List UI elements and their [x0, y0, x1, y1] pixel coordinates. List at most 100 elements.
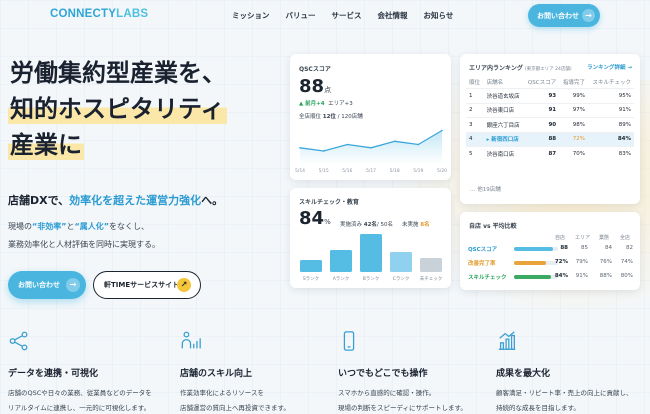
row-qsc: 93 — [523, 88, 560, 103]
qsc-line-chart: 5/14 5/15 5/16 5/17 5/18 5/19 5/20 — [295, 129, 447, 174]
skill-bar — [300, 260, 322, 272]
row-qsc: 90 — [523, 117, 560, 132]
ranking-detail-link[interactable]: ランキング詳細 → — [587, 63, 632, 71]
qsc-data-point — [441, 129, 443, 132]
service-site-button[interactable]: 軒TIMEサービスサイト ↗ — [93, 271, 201, 299]
qsc-data-point — [417, 143, 420, 146]
qsc-data-point — [346, 143, 349, 146]
compare-value: 76% — [599, 259, 612, 265]
nav-item-news[interactable]: お知らせ — [424, 10, 454, 21]
logo[interactable]: CONNECTYLABS — [50, 8, 148, 20]
ranking-title-text: エリア内ランキング — [469, 65, 523, 72]
compare-col-area: エリア — [575, 235, 591, 241]
row-rank: 3 — [466, 117, 484, 132]
feature-text-line: 顧客満足・リピート率・売上の向上に貢献し、 — [496, 389, 633, 397]
area-ranking-card: エリア内ランキング (東京都エリア 24店舗) ランキング詳細 → 順位 店舗名… — [460, 54, 640, 204]
col-guide: 指導完了 — [563, 80, 586, 86]
ranking-more[interactable]: … 他19店舗 — [470, 185, 501, 193]
col-skill: スキルチェック — [592, 80, 631, 86]
header-contact-button[interactable]: お問い合わせ → — [528, 4, 600, 27]
qsc-score-card: QSCスコア 88点 ▲ 前月+4 エリア+3 全店順位 12位 / 120店舗… — [290, 54, 451, 180]
skill-bar-label: Aランク — [333, 276, 350, 282]
table-row[interactable]: 3 銀座六丁目店 90 98% 89% — [466, 117, 634, 132]
row-guide: 99% — [559, 88, 589, 103]
compare-value: 80% — [620, 273, 633, 279]
skill-bar-label: 未チェック — [420, 275, 443, 282]
subtitle-highlight: 効率化を超えた運営力強化 — [69, 194, 202, 207]
row-qsc: 87 — [523, 146, 560, 161]
nav-item-value[interactable]: バリュー — [286, 10, 316, 21]
feature-text: 作業効率化によるリソースを店舗運営の質向上へ再投資できます。 — [180, 386, 290, 414]
hero-subtitle: 店舗DXで、効率化を超えた運営力強化へ。 — [8, 192, 223, 208]
compare-row-label: QSCスコア — [468, 247, 498, 253]
subtitle-suffix: へ。 — [201, 194, 224, 207]
qsc-tick-label: 5/17 — [366, 168, 376, 174]
hero-title-line-3: 産業に — [8, 130, 84, 160]
feature-title: 店舗のスキル向上 — [180, 369, 253, 379]
table-row-highlighted[interactable]: 4 ▸ 新宿西口店 88 72% 84% — [466, 131, 634, 147]
qsc-data-point — [370, 146, 372, 149]
row-rank: 2 — [466, 102, 484, 118]
qsc-data-point — [322, 150, 325, 152]
feature-title: 成果を最大化 — [496, 369, 551, 379]
row-store: ▸ 新宿西口店 — [483, 131, 524, 147]
skill-bar-label: Bランク — [363, 276, 380, 282]
feature-text-line: 作業効率化によるリソースを — [180, 389, 264, 397]
qsc-tick-label: 5/16 — [342, 168, 352, 174]
feature-text-line: 店舗運営の質向上へ再投資できます。 — [180, 404, 290, 412]
person-chart-icon — [181, 331, 201, 349]
qsc-tick-label: 5/15 — [319, 168, 329, 174]
compare-value: 82 — [626, 245, 633, 251]
feature-text-line: 現場の判断をスピーディにサポートします。 — [338, 404, 467, 412]
row-guide: 72% — [559, 131, 589, 147]
col-store: 店舗名 — [486, 80, 504, 86]
external-link-icon: ↗ — [177, 278, 191, 292]
skill-bar-chart: Sランク Aランク Bランク Cランク 未チェック — [300, 234, 443, 282]
feature-text: 店舗のQSCや日々の業務、従業員などのデータを リアルタイムに連携し、一元的に可視… — [8, 386, 152, 414]
ranking-table: 順位 店舗名 QSCスコア 指導完了 スキルチェック 1 渋谷道玄坂店 93 9… — [466, 76, 634, 161]
share-nodes-icon — [9, 331, 28, 351]
qsc-data-point — [299, 146, 301, 149]
row-qsc: 91 — [523, 102, 560, 118]
table-row[interactable]: 5 渋谷南口店 87 70% 83% — [466, 146, 634, 161]
compare-value: 91% — [575, 273, 588, 279]
subtitle-prefix: 店舗DXで、 — [8, 194, 70, 207]
qsc-data-point — [393, 140, 396, 143]
desc-text: と — [66, 222, 75, 231]
row-skill: 89% — [588, 117, 634, 132]
hero-contact-label: お問い合わせ — [18, 281, 60, 289]
table-row[interactable]: 2 渋谷東口店 91 97% 91% — [466, 102, 634, 118]
desc-text: 現場の — [8, 222, 32, 231]
feature-text-line: リアルタイムに連携し、一元的に可視化します。 — [8, 404, 151, 412]
qsc-tick-label: 5/19 — [413, 168, 423, 174]
skill-bar — [390, 252, 412, 272]
skill-bar-label: Sランク — [303, 276, 319, 282]
compare-value: 84 — [605, 245, 612, 251]
feature-title: いつでもどこでも操作 — [338, 369, 428, 379]
nav-item-mission[interactable]: ミッション — [232, 10, 270, 21]
arrow-right-icon: → — [66, 278, 80, 292]
qsc-tick-label: 5/20 — [437, 168, 447, 174]
feature-title: データを連携・可視化 — [8, 369, 99, 379]
feature-text: 顧客満足・リピート率・売上の向上に貢献し、 持続的な成長を目指します。 — [496, 386, 633, 414]
hero-contact-button[interactable]: お問い合わせ → — [8, 271, 86, 299]
row-rank: 4 — [466, 131, 484, 147]
compare-title: 自店 vs 平均比較 — [469, 223, 517, 230]
skill-bar — [420, 258, 442, 272]
compare-value: 79% — [575, 259, 588, 265]
compare-row-label: 改善完了率 — [468, 261, 496, 267]
compare-row: スキルチェック 84% 91% 88% 80% — [468, 271, 636, 283]
ranking-subtitle: (東京都エリア 24店舗) — [524, 67, 572, 72]
row-skill: 95% — [588, 88, 634, 103]
arrow-right-icon: → — [582, 9, 595, 22]
compare-col-type: 業態 — [599, 235, 610, 241]
table-row[interactable]: 1 渋谷道玄坂店 93 99% 95% — [466, 88, 634, 103]
row-rank: 5 — [466, 146, 484, 161]
growth-chart-icon — [498, 331, 516, 350]
nav-item-service[interactable]: サービス — [332, 10, 362, 21]
header-contact-label: お問い合わせ — [537, 11, 579, 20]
smartphone-icon — [343, 331, 355, 351]
compare-row: 改善完了率 72% 79% 76% 74% — [468, 257, 636, 269]
nav-item-company[interactable]: 会社情報 — [378, 10, 408, 21]
row-store: 渋谷東口店 — [483, 102, 524, 118]
